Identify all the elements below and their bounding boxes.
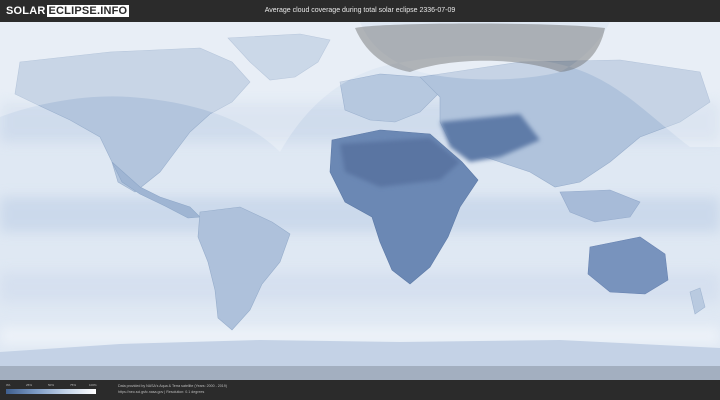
cloud-coverage-map[interactable]: [0, 22, 720, 380]
top-bar: SOLAR ECLIPSE.INFO Average cloud coverag…: [0, 0, 720, 22]
legend-tick: 100%: [89, 383, 97, 387]
legend-tick: 25%: [26, 383, 33, 387]
cloud-coverage-legend: [6, 389, 96, 394]
legend-tick: 0%: [6, 383, 11, 387]
credit-line-2[interactable]: https://neo.sci.gsfc.nasa.gov | Resoluti…: [118, 390, 227, 396]
legend-tick: 50%: [48, 383, 55, 387]
map-title: Average cloud coverage during total sola…: [264, 7, 456, 14]
legend-tick: 75%: [70, 383, 77, 387]
credit-line-1: Data provided by NASA's Aqua & Terra sat…: [118, 384, 227, 388]
footer: [0, 380, 720, 400]
world-map-svg: [0, 22, 720, 380]
data-credit: Data provided by NASA's Aqua & Terra sat…: [118, 384, 227, 395]
map-bottom-edge: [0, 366, 720, 380]
